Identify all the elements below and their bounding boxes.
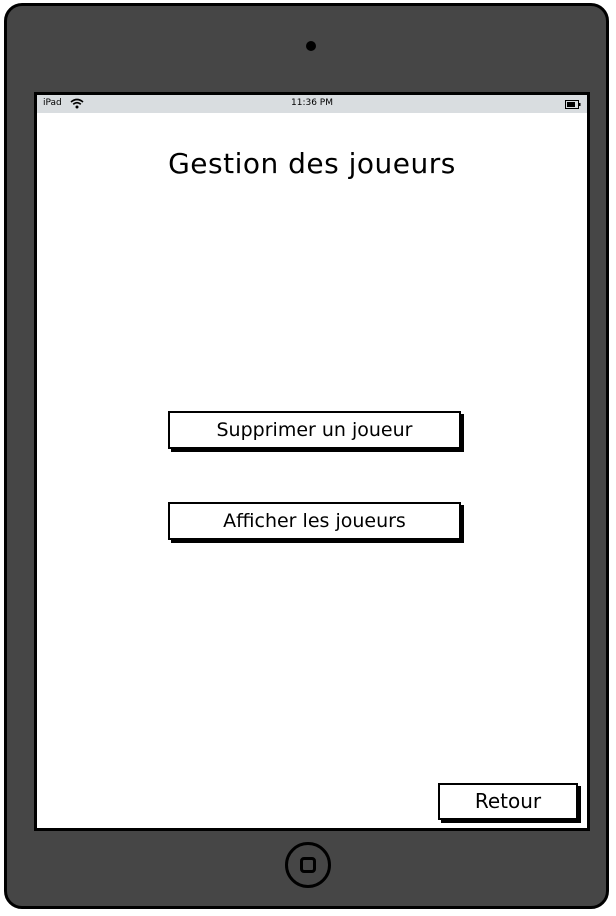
back-button[interactable]: Retour — [438, 783, 578, 820]
ipad-frame: iPad 11:36 PM Gestion des joueurs Suppri… — [4, 3, 609, 909]
camera-icon — [306, 41, 316, 51]
status-bar: iPad 11:36 PM — [37, 95, 587, 113]
home-square-icon — [300, 857, 316, 873]
status-time: 11:36 PM — [291, 98, 333, 108]
battery-icon — [565, 100, 581, 109]
delete-player-button[interactable]: Supprimer un joueur — [168, 411, 461, 449]
page-title: Gestion des joueurs — [168, 147, 456, 180]
screen: iPad 11:36 PM Gestion des joueurs Suppri… — [34, 92, 590, 831]
show-players-button[interactable]: Afficher les joueurs — [168, 502, 461, 540]
home-button-icon[interactable] — [285, 842, 331, 888]
